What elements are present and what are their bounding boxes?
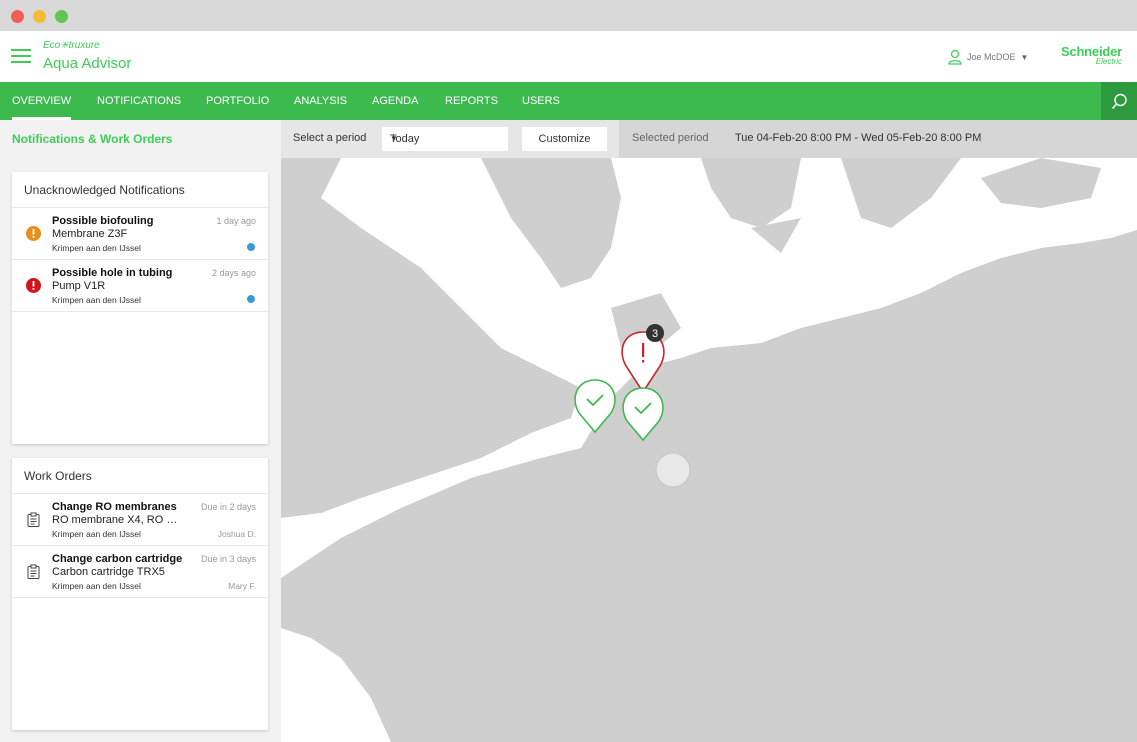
notification-title: Possible hole in tubing: [52, 267, 173, 279]
notification-location: Krimpen aan den IJssel: [52, 295, 141, 305]
work-order-title: Change RO membranes: [52, 501, 177, 513]
section-title: Notifications & Work Orders: [12, 132, 173, 146]
maximize-window-button[interactable]: [55, 10, 68, 23]
alert-count-badge: 3: [646, 324, 664, 342]
alert-count: 3: [652, 328, 658, 340]
work-order-location: Krimpen aan den IJssel: [52, 529, 141, 539]
critical-icon: [26, 278, 41, 293]
schneider-logo: Schneider Electric: [1054, 44, 1122, 66]
notification-item[interactable]: Possible biofouling Membrane Z3F Krimpen…: [12, 208, 268, 260]
notification-title: Possible biofouling: [52, 215, 154, 227]
search-icon: [1111, 93, 1127, 110]
period-label: Select a period: [293, 132, 367, 144]
user-icon: [948, 49, 962, 65]
tab-analysis[interactable]: ANALYSIS: [294, 82, 347, 120]
tab-users[interactable]: USERS: [522, 82, 560, 120]
tab-reports[interactable]: REPORTS: [445, 82, 498, 120]
user-menu[interactable]: Joe McDOE ▼: [948, 48, 1028, 66]
menu-icon[interactable]: [11, 49, 31, 63]
notifications-card: Unacknowledged Notifications Possible bi…: [12, 172, 268, 444]
search-button[interactable]: [1101, 82, 1137, 120]
info-icon[interactable]: [247, 243, 255, 251]
sidebar: Unacknowledged Notifications Possible bi…: [0, 158, 281, 742]
warning-icon: [26, 226, 41, 241]
tab-portfolio[interactable]: PORTFOLIO: [206, 82, 269, 120]
work-order-asset: RO membrane X4, RO m...: [52, 514, 184, 526]
app-header: Eco✳truxure Aqua Advisor Joe McDOE ▼ Sch…: [0, 31, 1137, 82]
notification-asset: Pump V1R: [52, 280, 106, 292]
notification-item[interactable]: Possible hole in tubing Pump V1R Krimpen…: [12, 260, 268, 312]
app-window: Eco✳truxure Aqua Advisor Joe McDOE ▼ Sch…: [0, 0, 1137, 742]
location-cluster-marker[interactable]: [655, 452, 691, 488]
chevron-down-icon: ▼: [390, 134, 398, 143]
work-order-title: Change carbon cartridge: [52, 553, 183, 565]
notification-time: 1 day ago: [216, 216, 256, 226]
tab-notifications[interactable]: NOTIFICATIONS: [97, 82, 181, 120]
period-select[interactable]: Today ▼: [382, 127, 508, 151]
window-titlebar: [0, 0, 1137, 31]
tab-overview[interactable]: OVERVIEW: [12, 82, 72, 120]
selected-period-value: Tue 04-Feb-20 8:00 PM - Wed 05-Feb-20 8:…: [735, 132, 982, 144]
selected-period-label: Selected period: [632, 132, 709, 144]
brand-aqua-advisor: Aqua Advisor: [43, 55, 132, 72]
work-order-location: Krimpen aan den IJssel: [52, 581, 141, 591]
work-order-item[interactable]: Change RO membranes RO membrane X4, RO m…: [12, 494, 268, 546]
main-nav: OVERVIEW NOTIFICATIONS PORTFOLIO ANALYSI…: [0, 82, 1137, 120]
work-order-assignee: Joshua D.: [217, 529, 256, 539]
clipboard-icon: [27, 564, 40, 579]
notification-time: 2 days ago: [211, 268, 256, 278]
selected-period: Selected period Tue 04-Feb-20 8:00 PM - …: [619, 120, 1137, 158]
customize-button[interactable]: Customize: [522, 127, 607, 151]
brand-ecostruxure: Eco✳truxure: [43, 40, 100, 51]
period-controls: Select a period Today ▼ Customize Select…: [281, 120, 1137, 158]
work-orders-card: Work Orders Change RO membranes RO membr…: [12, 458, 268, 730]
filter-bar: Notifications & Work Orders Select a per…: [0, 120, 1137, 158]
work-order-due: Due in 2 days: [200, 502, 256, 512]
clipboard-icon: [27, 512, 40, 527]
notifications-card-title: Unacknowledged Notifications: [12, 172, 268, 208]
minimize-window-button[interactable]: [33, 10, 46, 23]
work-order-asset: Carbon cartridge TRX5: [52, 566, 165, 578]
map-view[interactable]: 3: [281, 158, 1137, 742]
work-order-item[interactable]: Change carbon cartridge Carbon cartridge…: [12, 546, 268, 598]
work-order-assignee: Mary F.: [228, 581, 256, 591]
tab-agenda[interactable]: AGENDA: [372, 82, 418, 120]
notification-location: Krimpen aan den IJssel: [52, 243, 141, 253]
map-canvas[interactable]: 3: [281, 158, 1137, 742]
chevron-down-icon: ▼: [1020, 52, 1029, 62]
notification-asset: Membrane Z3F: [52, 228, 128, 240]
map-land: [281, 158, 1137, 742]
close-window-button[interactable]: [11, 10, 24, 23]
work-orders-card-title: Work Orders: [12, 458, 268, 494]
info-icon[interactable]: [247, 295, 255, 303]
user-name: Joe McDOE: [967, 52, 1016, 62]
work-order-due: Due in 3 days: [200, 554, 256, 564]
